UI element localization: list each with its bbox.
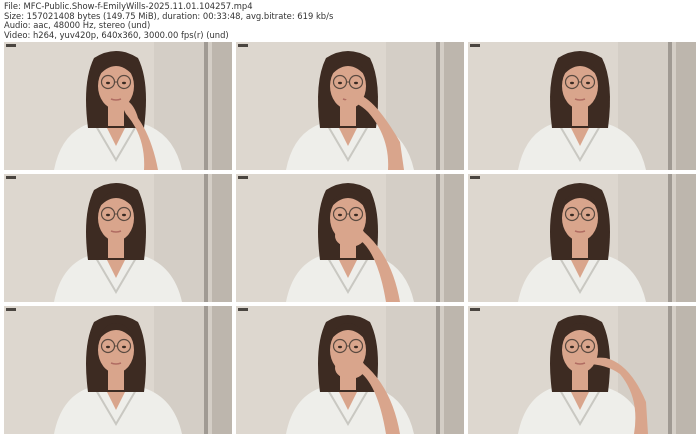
video-frame-icon (4, 174, 232, 302)
file-info-header: File: MFC-Public.Show-f-EmilyWills-2025.… (4, 2, 696, 40)
audio-info-line: Audio: aac, 48000 Hz, stereo (und) (4, 21, 151, 31)
video-frame-icon (236, 174, 464, 302)
thumbnail-8[interactable] (236, 306, 464, 434)
video-frame-icon (236, 42, 464, 170)
video-frame-icon (468, 174, 696, 302)
file-size-line: Size: 157021408 bytes (149.75 MiB), dura… (4, 11, 334, 21)
video-frame-icon (468, 306, 696, 434)
thumbnail-6[interactable] (468, 174, 696, 302)
thumbnail-3[interactable] (468, 42, 696, 170)
thumbnail-grid (4, 42, 696, 434)
thumbnail-9[interactable] (468, 306, 696, 434)
thumbnail-4[interactable] (4, 174, 232, 302)
thumbnail-1[interactable] (4, 42, 232, 170)
thumbnail-5[interactable] (236, 174, 464, 302)
thumbnail-7[interactable] (4, 306, 232, 434)
file-name-line: File: MFC-Public.Show-f-EmilyWills-2025.… (4, 2, 253, 11)
video-frame-icon (4, 306, 232, 434)
video-info-line: Video: h264, yuv420p, 640x360, 3000.00 f… (4, 30, 229, 40)
thumbnail-2[interactable] (236, 42, 464, 170)
video-frame-icon (468, 42, 696, 170)
video-frame-icon (236, 306, 464, 434)
video-frame-icon (4, 42, 232, 170)
